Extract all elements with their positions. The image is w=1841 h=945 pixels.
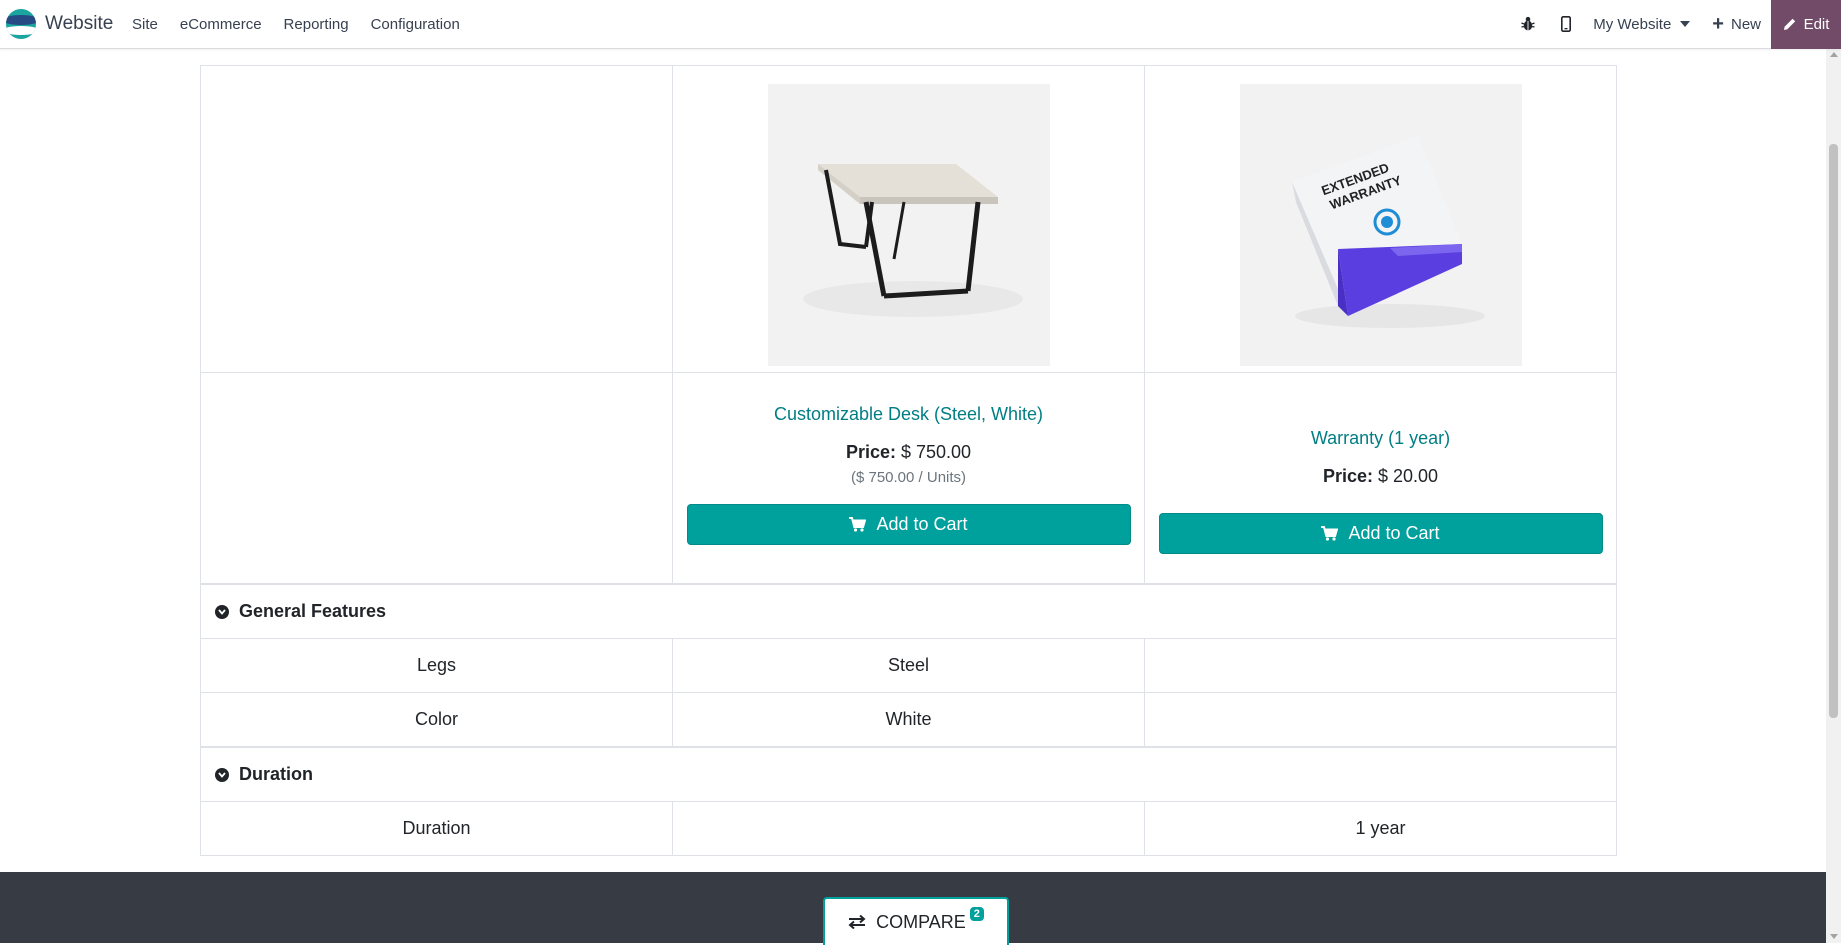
shopping-cart-icon: [849, 517, 867, 532]
attribute-row: Duration 1 year: [200, 801, 1617, 856]
edit-button-label: Edit: [1803, 15, 1830, 33]
menu-site[interactable]: Site: [132, 16, 158, 33]
menu-configuration[interactable]: Configuration: [371, 16, 460, 33]
app-brand[interactable]: Website: [6, 9, 113, 39]
debug-bug-icon[interactable]: [1509, 0, 1547, 48]
product-info-cell: Customizable Desk (Steel, White) Price: …: [672, 372, 1145, 585]
desk-image[interactable]: [767, 83, 1050, 366]
shopping-cart-icon: [1321, 526, 1339, 541]
scroll-down-arrow-icon[interactable]: [1830, 934, 1838, 939]
unit-price: ($ 750.00 / Units): [850, 469, 967, 486]
section-title: General Features: [239, 601, 387, 621]
duration-section-toggle[interactable]: Duration: [215, 764, 1616, 785]
compare-label: COMPARE: [876, 911, 966, 932]
plus-icon: +: [1712, 13, 1724, 35]
new-button-label: New: [1730, 15, 1761, 33]
odoo-logo-icon: [6, 9, 36, 39]
attribute-value: 1 year: [1144, 801, 1617, 856]
product-image-cell: [672, 65, 1145, 373]
price-value: $ 750.00: [900, 442, 972, 462]
empty-header-cell: [200, 65, 673, 373]
caret-down-icon: [1680, 21, 1691, 27]
product-image-cell: EXTENDED WARRANTY: [1144, 65, 1617, 373]
pencil-icon: [1783, 18, 1795, 30]
section-header-row: General Features: [200, 583, 1617, 639]
attribute-name: Legs: [200, 638, 673, 693]
product-info-row: Customizable Desk (Steel, White) Price: …: [200, 372, 1617, 585]
attribute-name: Color: [200, 692, 673, 748]
warranty-box-image[interactable]: EXTENDED WARRANTY: [1239, 83, 1522, 366]
top-navbar: Website Site eCommerce Reporting Configu…: [0, 0, 1841, 49]
empty-info-cell: [200, 372, 673, 585]
attribute-row: Color White: [200, 692, 1617, 748]
compare-count-badge: 2: [969, 907, 984, 921]
product-comparison-table: EXTENDED WARRANTY Customizable Desk (Ste…: [200, 65, 1617, 856]
chevron-circle-down-icon: [215, 767, 229, 782]
product-name-link[interactable]: Customizable Desk (Steel, White): [774, 404, 1043, 425]
main-menu: Site eCommerce Reporting Configuration: [132, 0, 482, 48]
app-name: Website: [45, 13, 114, 34]
add-to-cart-button[interactable]: Add to Cart: [1158, 513, 1603, 554]
website-selector-label: My Website: [1593, 15, 1672, 33]
add-to-cart-button[interactable]: Add to Cart: [686, 504, 1131, 545]
product-images-row: EXTENDED WARRANTY: [200, 65, 1617, 373]
attribute-value: [1144, 692, 1617, 748]
attribute-value: White: [672, 692, 1145, 748]
price-label: Price:: [1322, 466, 1373, 486]
menu-ecommerce[interactable]: eCommerce: [180, 16, 262, 33]
attribute-value: Steel: [672, 638, 1145, 693]
add-to-cart-label: Add to Cart: [1348, 523, 1440, 543]
menu-reporting[interactable]: Reporting: [284, 16, 349, 33]
scrollbar-thumb[interactable]: [1829, 144, 1838, 718]
navbar-tools: My Website + New Edit: [1509, 0, 1841, 49]
scroll-up-arrow-icon[interactable]: [1830, 52, 1838, 57]
website-selector[interactable]: My Website: [1585, 16, 1702, 33]
add-to-cart-label: Add to Cart: [876, 514, 968, 534]
mobile-preview-icon[interactable]: [1547, 0, 1585, 48]
compare-button[interactable]: COMPARE 2: [823, 897, 1009, 945]
section-header-row: Duration: [200, 746, 1617, 802]
product-price: Price: $ 750.00: [673, 442, 1144, 463]
section-header-cell: Duration: [200, 746, 1617, 802]
new-button[interactable]: + New: [1702, 14, 1771, 34]
general-features-toggle[interactable]: General Features: [215, 601, 1616, 622]
attribute-value: [1144, 638, 1617, 693]
attribute-row: Legs Steel: [200, 638, 1617, 693]
attribute-name: Duration: [200, 801, 673, 856]
chevron-circle-down-icon: [215, 604, 229, 619]
section-header-cell: General Features: [200, 583, 1617, 639]
exchange-arrows-icon: [848, 915, 866, 929]
attribute-value: [672, 801, 1145, 856]
edit-button[interactable]: Edit: [1771, 0, 1841, 49]
vertical-scrollbar[interactable]: [1826, 48, 1841, 943]
product-name-link[interactable]: Warranty (1 year): [1311, 428, 1450, 449]
product-info-cell: Warranty (1 year) Price: $ 20.00 Add to …: [1144, 372, 1617, 585]
product-price: Price: $ 20.00: [1145, 466, 1616, 487]
price-value: $ 20.00: [1377, 466, 1439, 486]
section-title: Duration: [239, 764, 313, 784]
price-label: Price:: [845, 442, 896, 462]
